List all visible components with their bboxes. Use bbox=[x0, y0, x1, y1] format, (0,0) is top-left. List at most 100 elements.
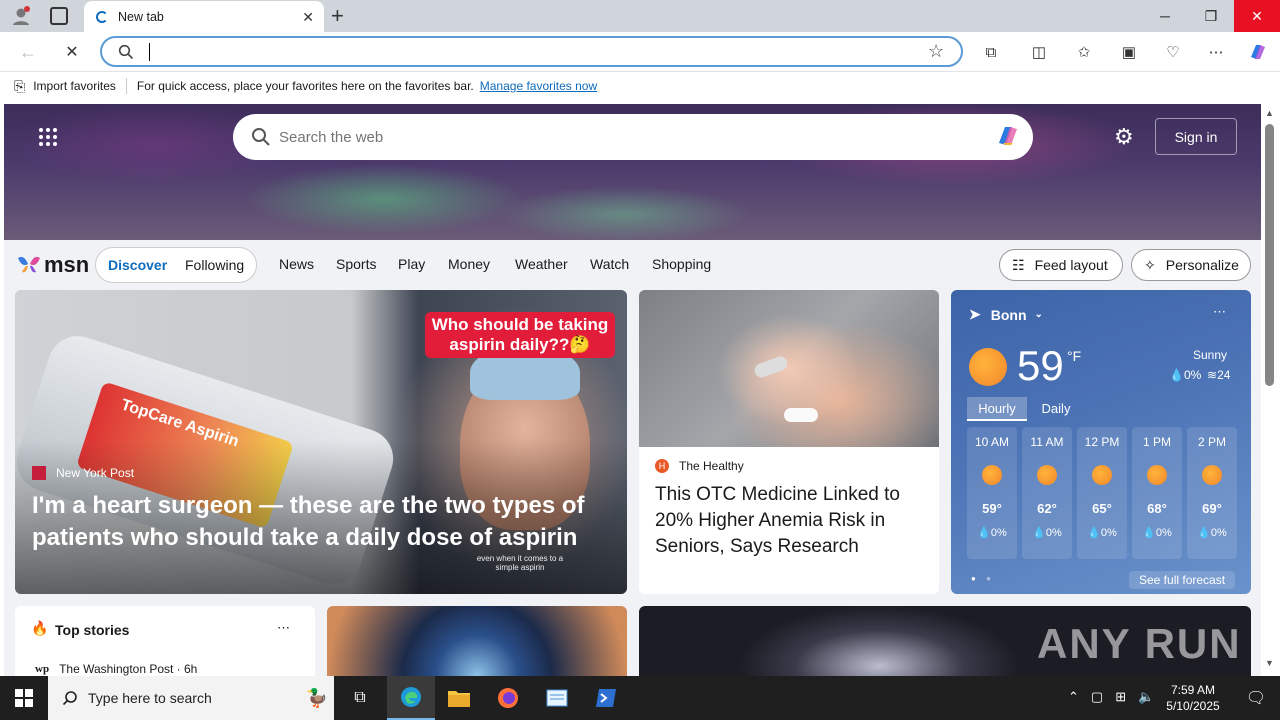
more-icon[interactable]: ⋯ bbox=[277, 620, 290, 636]
favorites-hint: For quick access, place your favorites h… bbox=[136, 79, 474, 93]
web-search-box[interactable] bbox=[233, 114, 1033, 160]
hour-precip-value: 0% bbox=[1210, 527, 1227, 539]
chevron-up-icon[interactable]: ⌃ bbox=[1068, 689, 1079, 705]
notepad-icon[interactable] bbox=[533, 676, 581, 720]
tab-daily[interactable]: Daily bbox=[1029, 397, 1083, 421]
hour-column: 2 PM 69° 💧0% bbox=[1187, 427, 1237, 559]
start-button[interactable] bbox=[0, 676, 48, 720]
temp-unit[interactable]: °F bbox=[1067, 348, 1081, 364]
nav-play[interactable]: Play bbox=[398, 256, 425, 272]
web-search-input[interactable] bbox=[279, 128, 959, 146]
collections-icon[interactable]: ▣ bbox=[1117, 40, 1141, 64]
story-card-sphere[interactable] bbox=[327, 606, 627, 676]
clock[interactable]: 7:59 AM 5/10/2025 bbox=[1160, 682, 1226, 714]
hero-title[interactable]: I'm a heart surgeon — these are the two … bbox=[32, 490, 592, 554]
back-icon[interactable]: ← bbox=[16, 40, 40, 64]
manage-favorites-link[interactable]: Manage favorites now bbox=[480, 79, 597, 93]
scroll-down-icon[interactable]: ▼ bbox=[1265, 658, 1274, 668]
clock-time: 7:59 AM bbox=[1170, 683, 1216, 697]
see-full-forecast-link[interactable]: See full forecast bbox=[1129, 571, 1236, 589]
restore-button[interactable]: ❐ bbox=[1188, 0, 1234, 32]
firefox-icon[interactable] bbox=[484, 676, 532, 720]
nav-weather[interactable]: Weather bbox=[515, 256, 568, 272]
the-healthy-logo-icon: H bbox=[655, 459, 669, 473]
browser-essentials-icon[interactable]: ♡ bbox=[1161, 40, 1185, 64]
network-icon[interactable]: ⊞ bbox=[1115, 689, 1126, 705]
droplet-icon: 💧 bbox=[1169, 368, 1184, 382]
close-tab-icon[interactable]: ✕ bbox=[302, 9, 314, 26]
extensions-icon[interactable]: ⧉ bbox=[979, 40, 1003, 64]
system-tray: ⌃ ▢ ⊞ 🔈 bbox=[1068, 689, 1154, 705]
tab-following[interactable]: Following bbox=[185, 257, 244, 273]
story-card-otc[interactable]: H The Healthy This OTC Medicine Linked t… bbox=[639, 290, 939, 594]
nav-shopping[interactable]: Shopping bbox=[652, 256, 711, 272]
nav-sports[interactable]: Sports bbox=[336, 256, 376, 272]
split-screen-icon[interactable]: ◫ bbox=[1027, 40, 1051, 64]
taskbar-search[interactable]: Type here to search 🦆 bbox=[48, 676, 334, 720]
nav-money[interactable]: Money bbox=[448, 256, 490, 272]
settings-gear-icon[interactable]: ⚙ bbox=[1114, 124, 1134, 150]
hour-time: 1 PM bbox=[1142, 435, 1171, 449]
powershell-icon[interactable] bbox=[582, 676, 630, 720]
profile-icon[interactable] bbox=[10, 5, 32, 27]
sign-in-button[interactable]: Sign in bbox=[1155, 118, 1237, 155]
edge-taskbar-icon[interactable] bbox=[387, 676, 435, 720]
copilot-icon[interactable] bbox=[1246, 40, 1270, 64]
more-icon[interactable]: ⋯ bbox=[1213, 304, 1226, 320]
wind-icon: ≋ bbox=[1207, 368, 1218, 382]
weather-widget[interactable]: ➤ Bonn ⌄ ⋯ 59 °F Sunny 💧0% ≋24 Hourly Da… bbox=[951, 290, 1251, 594]
minimize-button[interactable]: ─ bbox=[1142, 0, 1188, 32]
close-window-button[interactable]: ✕ bbox=[1234, 0, 1280, 32]
top-stories-card: 🔥 Top stories ⋯ wp The Washington Post ·… bbox=[15, 606, 315, 676]
hour-precip: 💧0% bbox=[1032, 527, 1062, 539]
favorites-divider bbox=[125, 78, 127, 94]
scroll-up-icon[interactable]: ▲ bbox=[1265, 108, 1274, 118]
more-options-icon[interactable]: ⋯ bbox=[1204, 40, 1228, 64]
favorite-star-icon[interactable]: ☆ bbox=[928, 41, 944, 62]
tab-hourly[interactable]: Hourly bbox=[967, 397, 1027, 421]
msn-logo[interactable]: msn bbox=[16, 252, 89, 278]
hero-story-card[interactable]: TopCare Aspirin Who should be taking asp… bbox=[15, 290, 627, 594]
volume-icon[interactable]: 🔈 bbox=[1138, 689, 1154, 705]
personalize-button[interactable]: ✧ Personalize bbox=[1131, 249, 1251, 281]
search-icon bbox=[118, 44, 134, 60]
address-bar[interactable]: ☆ bbox=[100, 36, 963, 67]
tab-actions-icon[interactable] bbox=[50, 7, 68, 25]
pill-hand-image bbox=[639, 290, 939, 447]
copilot-icon[interactable] bbox=[993, 121, 1023, 154]
sun-icon bbox=[1092, 465, 1112, 485]
import-favorites-button[interactable]: Import favorites bbox=[33, 79, 116, 93]
feed-layout-button[interactable]: ☷ Feed layout bbox=[999, 249, 1123, 281]
hero-source-name: New York Post bbox=[56, 466, 135, 480]
hero-background: ⚙ Sign in bbox=[4, 104, 1261, 240]
scroll-thumb[interactable] bbox=[1265, 124, 1274, 386]
notifications-icon[interactable]: 🗨 bbox=[1232, 676, 1280, 720]
sun-icon bbox=[982, 465, 1002, 485]
import-favorites-icon: ⎘ bbox=[14, 77, 26, 94]
top-stories-title[interactable]: Top stories bbox=[55, 622, 129, 638]
stop-loading-icon[interactable]: ✕ bbox=[60, 40, 84, 64]
video-subtitle: even when it comes to a simple aspirin bbox=[476, 554, 564, 572]
hour-time: 12 PM bbox=[1084, 435, 1120, 449]
device-icon[interactable]: ▢ bbox=[1091, 689, 1103, 705]
clock-date: 5/10/2025 bbox=[1166, 699, 1220, 713]
new-tab-button[interactable]: + bbox=[331, 3, 344, 29]
tab-discover[interactable]: Discover bbox=[108, 257, 167, 273]
hour-precip-value: 0% bbox=[1155, 527, 1172, 539]
tab-new-tab[interactable]: New tab ✕ bbox=[84, 1, 324, 32]
hour-time: 10 AM bbox=[974, 435, 1010, 449]
nav-watch[interactable]: Watch bbox=[590, 256, 629, 272]
task-view-icon[interactable]: ⧉ bbox=[336, 676, 384, 720]
anyrun-watermark: ANY RUN bbox=[1037, 620, 1242, 667]
nav-news[interactable]: News bbox=[279, 256, 314, 272]
pager-dots[interactable]: ● ● bbox=[971, 574, 995, 583]
favorites-icon[interactable]: ✩ bbox=[1072, 40, 1096, 64]
title-bar: New tab ✕ + ─ ❐ ✕ bbox=[0, 0, 1280, 32]
apps-grid-icon[interactable] bbox=[38, 127, 58, 150]
story-card-video[interactable]: ANY RUN bbox=[639, 606, 1251, 676]
file-explorer-icon[interactable] bbox=[435, 676, 483, 720]
tab-title: New tab bbox=[118, 9, 164, 24]
story2-title[interactable]: This OTC Medicine Linked to 20% Higher A… bbox=[655, 482, 925, 560]
location[interactable]: ➤ Bonn ⌄ bbox=[969, 306, 1043, 323]
vertical-scrollbar[interactable]: ▲ ▼ bbox=[1261, 104, 1280, 676]
